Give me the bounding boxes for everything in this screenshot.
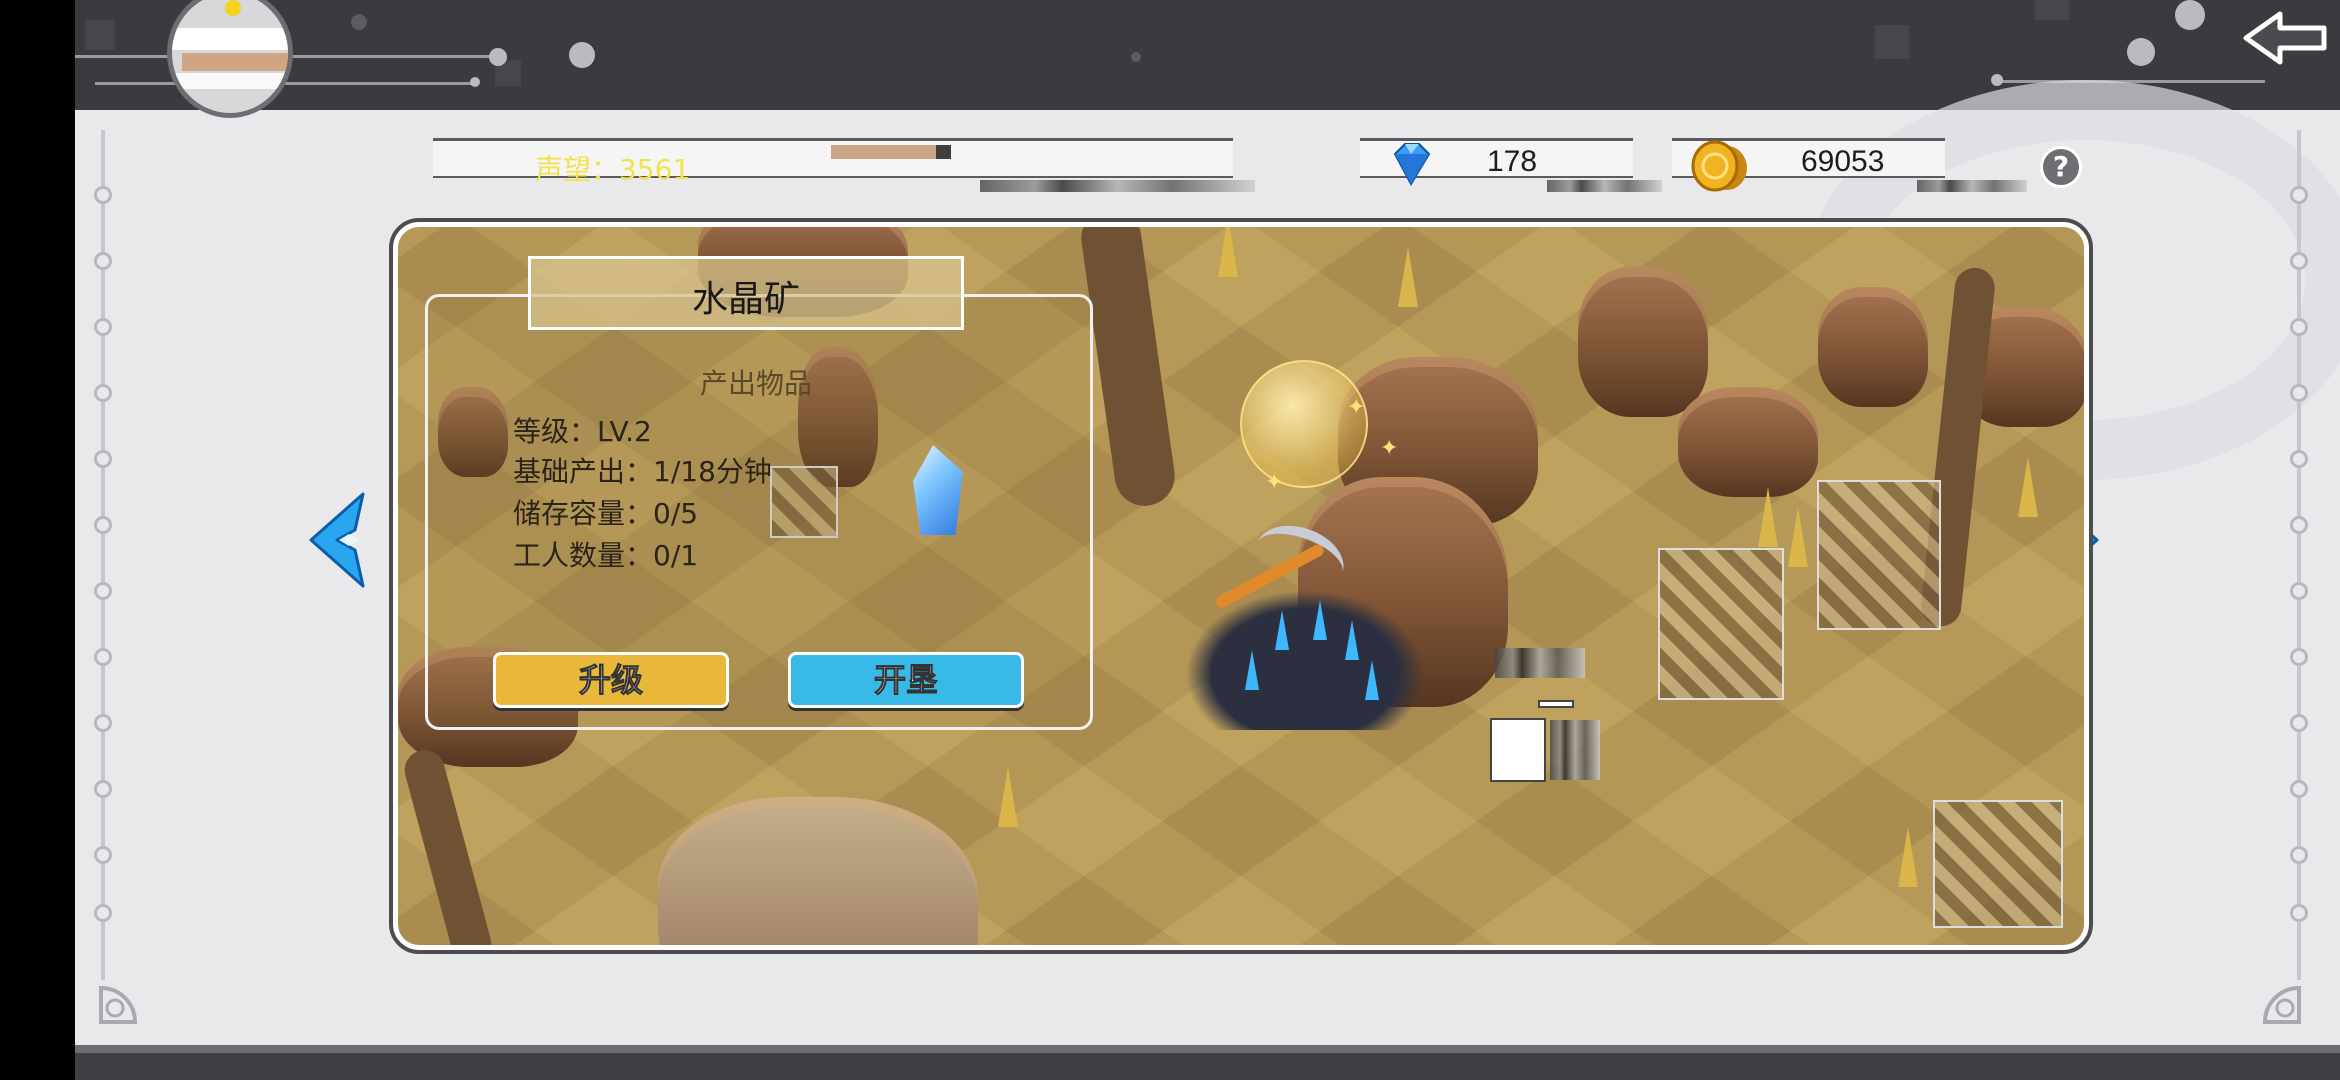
glitch-tile <box>1658 548 1784 700</box>
glitch-tile <box>1817 480 1941 630</box>
rail-node <box>2290 714 2308 732</box>
deco-square <box>85 20 115 50</box>
rail-node <box>94 318 112 336</box>
corner-gear-icon <box>99 985 138 1024</box>
deco-dot <box>470 77 480 87</box>
rail-node <box>2290 252 2308 270</box>
ore-shard <box>1345 620 1359 660</box>
reputation-progress-fill <box>831 145 936 159</box>
deco-square <box>1875 25 1909 59</box>
produce-label: 产出物品 <box>700 367 813 400</box>
glitch-block <box>1538 700 1574 708</box>
glitch-tile <box>1933 800 2063 928</box>
gold-value: 69053 <box>1801 145 1885 178</box>
deco-dot <box>351 14 367 30</box>
grass <box>1788 507 1808 567</box>
grass <box>1898 827 1918 887</box>
crystal-ore-pile[interactable] <box>1185 590 1425 730</box>
rock <box>1818 287 1928 407</box>
glitch-block <box>1490 718 1546 782</box>
game-screen: 声望：3561 178 69053 ? ✦ ✦ ✦ 水晶矿 产出物品 等级：LV… <box>75 0 2340 1080</box>
rail-node <box>94 780 112 798</box>
level-text: 等级：LV.2 <box>513 415 652 448</box>
deco-dot <box>2175 0 2205 30</box>
avatar-glitch <box>182 53 288 71</box>
rail-node <box>94 714 112 732</box>
sparkle-icon: ✦ <box>1265 470 1284 495</box>
rail-node <box>2290 582 2308 600</box>
rail-node <box>2290 648 2308 666</box>
grass <box>998 767 1018 827</box>
rail-node <box>94 252 112 270</box>
back-arrow-icon[interactable] <box>2240 8 2332 70</box>
reputation-progress-marker <box>936 145 951 159</box>
upgrade-button[interactable]: 升级 <box>493 652 729 708</box>
glitch-strip <box>1917 180 2027 192</box>
bottom-bar <box>75 1045 2340 1080</box>
deco-square <box>2035 0 2069 20</box>
avatar-glitch <box>172 28 288 50</box>
rail-node <box>2290 904 2308 922</box>
rail-node <box>94 846 112 864</box>
chevron-left-icon[interactable] <box>303 490 373 590</box>
sparkle-icon: ✦ <box>1380 436 1399 461</box>
rail-node <box>94 516 112 534</box>
building-name: 水晶矿 <box>691 279 800 320</box>
deco-dot <box>2127 38 2155 66</box>
gold-coin-icon <box>1691 140 1747 192</box>
rail-node <box>94 648 112 666</box>
rail-node <box>2290 450 2308 468</box>
grass <box>1398 247 1418 307</box>
glitch-strip <box>980 180 1255 192</box>
rail-node <box>94 186 112 204</box>
rail-node <box>2290 516 2308 534</box>
rail-node <box>94 904 112 922</box>
rail-node <box>94 384 112 402</box>
avatar-glitch <box>172 73 288 89</box>
ore-shard <box>1245 650 1259 690</box>
rock <box>1578 267 1708 417</box>
diamond-icon <box>1393 143 1431 187</box>
base-output-text: 基础产出：1/18分钟 <box>513 455 772 488</box>
grass <box>1758 487 1778 547</box>
storage-text: 储存容量：0/5 <box>513 497 699 530</box>
sparkle-icon: ✦ <box>1347 395 1366 420</box>
left-black-bar <box>0 0 75 1080</box>
rail-node <box>2290 780 2308 798</box>
rail-node <box>2290 186 2308 204</box>
corner-gear-icon <box>2262 985 2301 1024</box>
glitch-strip <box>1550 720 1600 780</box>
diamond-value: 178 <box>1487 145 1538 178</box>
deco-dot <box>489 48 507 66</box>
rail-node <box>2290 318 2308 336</box>
dead-tree <box>400 745 496 945</box>
grass <box>2018 457 2038 517</box>
deco-dot <box>1991 74 2003 86</box>
rail-node <box>2290 846 2308 864</box>
grass <box>1218 227 1238 277</box>
rock <box>1678 387 1818 497</box>
deco-dot <box>569 42 595 68</box>
ore-shard <box>1275 610 1289 650</box>
ore-shard <box>1313 600 1327 640</box>
resource-orb[interactable] <box>1240 360 1368 488</box>
rock <box>658 797 978 945</box>
deco-dot <box>1131 52 1141 62</box>
notification-dot <box>225 0 241 16</box>
rail-node <box>94 582 112 600</box>
rail-node <box>2290 384 2308 402</box>
worker-text: 工人数量：0/1 <box>513 539 699 572</box>
reputation-label: 声望：3561 <box>535 153 691 186</box>
ore-shard <box>1365 660 1379 700</box>
develop-button[interactable]: 开垦 <box>788 652 1024 708</box>
glitch-strip <box>1547 180 1662 192</box>
rail-node <box>94 450 112 468</box>
glitch-strip <box>1495 648 1585 678</box>
help-button[interactable]: ? <box>2040 146 2082 188</box>
